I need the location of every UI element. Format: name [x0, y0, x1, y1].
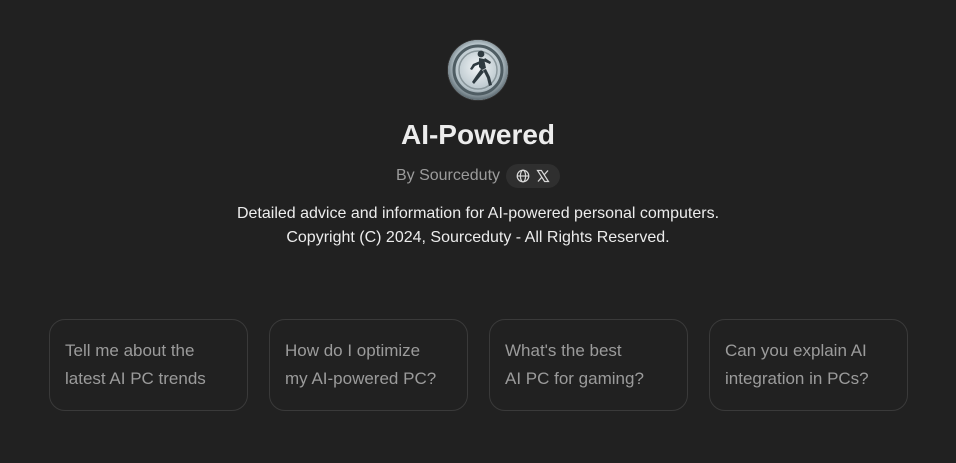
starter-card[interactable]: What's the best AI PC for gaming?	[489, 319, 688, 411]
gpt-header: AI-Powered By Sourceduty Detailed advice…	[0, 40, 956, 250]
copyright-line: Copyright (C) 2024, Sourceduty - All Rig…	[286, 229, 670, 246]
gpt-avatar	[448, 40, 508, 100]
globe-icon[interactable]	[515, 168, 531, 184]
x-logo-icon[interactable]	[535, 168, 551, 184]
conversation-starters: Tell me about the latest AI PC trends Ho…	[49, 319, 908, 411]
gpt-landing: AI-Powered By Sourceduty Detailed advice…	[0, 0, 956, 463]
starter-card[interactable]: How do I optimize my AI-powered PC?	[269, 319, 468, 411]
gpt-byline: By Sourceduty	[395, 164, 561, 188]
description-line: Detailed advice and information for AI-p…	[236, 205, 720, 222]
gpt-title: AI-Powered	[400, 119, 556, 150]
author-links	[506, 164, 561, 188]
gpt-description: Detailed advice and information for AI-p…	[237, 202, 719, 250]
starter-card[interactable]: Tell me about the latest AI PC trends	[49, 319, 248, 411]
author-label: By Sourceduty	[395, 167, 501, 184]
starter-card[interactable]: Can you explain AI integration in PCs?	[709, 319, 908, 411]
runner-avatar-icon	[448, 40, 508, 100]
